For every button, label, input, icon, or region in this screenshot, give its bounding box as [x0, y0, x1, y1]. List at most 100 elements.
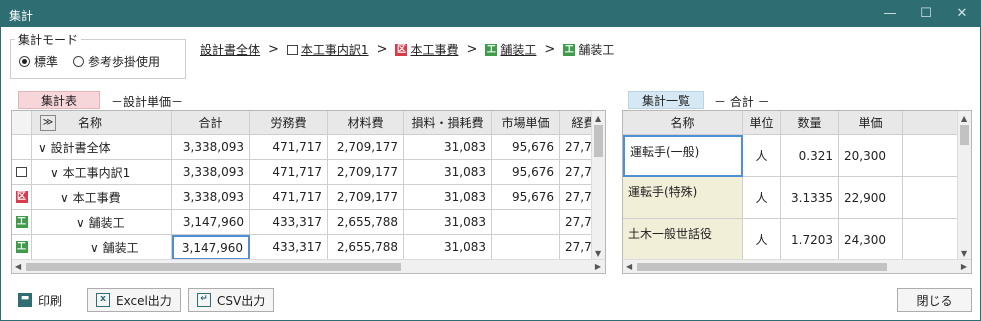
- scroll-thumb[interactable]: [960, 125, 969, 145]
- list-row-name[interactable]: 土木一般世話役: [623, 219, 743, 261]
- row-value-depreciation[interactable]: 31,083: [404, 160, 492, 185]
- radio-unselected-icon: [73, 56, 84, 67]
- list-row-quantity[interactable]: 3.1335: [781, 177, 839, 219]
- close-window-button[interactable]: ✕: [944, 1, 980, 27]
- header-material[interactable]: 材料費: [328, 111, 404, 135]
- list-row-quantity[interactable]: 0.321: [781, 135, 839, 177]
- header-unit-price[interactable]: 単価: [839, 111, 903, 135]
- list-row-name[interactable]: 運転手(特殊): [623, 177, 743, 219]
- print-button[interactable]: ▬ 印刷: [10, 288, 70, 312]
- aggregate-list[interactable]: 名称 単位 数量 単価 運転手(一般) 人 0.321 20,300 運転手(特殊) 人 3…: [622, 110, 972, 274]
- row-value-depreciation[interactable]: 31,083: [404, 185, 492, 210]
- breadcrumb-item-all[interactable]: 設計書全体: [200, 41, 260, 58]
- table-row[interactable]: 区 ∨ 本工事費 3,338,093 471,717 2,709,177 31,083 95…: [12, 185, 605, 210]
- csv-export-button[interactable]: ↵ CSV出力: [188, 288, 275, 312]
- aggregate-table-tab[interactable]: 集計表: [18, 91, 100, 109]
- scroll-thumb[interactable]: [26, 263, 401, 271]
- scroll-thumb[interactable]: [594, 125, 603, 157]
- list-row-unit[interactable]: 人: [743, 219, 781, 261]
- row-value-total[interactable]: 3,147,960: [172, 210, 250, 235]
- green-ko-icon: 工: [485, 43, 498, 56]
- red-ku-icon: 区: [395, 43, 408, 56]
- scroll-thumb[interactable]: [637, 263, 887, 271]
- breadcrumb-label: 設計書全体: [200, 43, 261, 57]
- row-value-material[interactable]: 2,709,177: [328, 160, 404, 185]
- row-value-market-price[interactable]: 95,676: [492, 160, 560, 185]
- scroll-up-icon[interactable]: ▲: [961, 114, 967, 123]
- list-row-price[interactable]: 24,300: [839, 219, 903, 261]
- row-name[interactable]: ∨ 本工事内訳1: [32, 160, 172, 185]
- scroll-left-icon[interactable]: ◀: [15, 262, 21, 271]
- collapse-all-icon[interactable]: ≫: [40, 114, 56, 131]
- green-ko-icon: 工: [15, 216, 28, 228]
- header-name[interactable]: ≫ 名称: [32, 111, 172, 135]
- row-value-labor[interactable]: 471,717: [250, 185, 328, 210]
- table-row[interactable]: 工 ∨ 舗装工 3,147,960 433,317 2,655,788 31,083 27,…: [12, 210, 605, 235]
- header-quantity[interactable]: 数量: [781, 111, 839, 135]
- breadcrumb-item-breakdown[interactable]: 本工事内訳1: [286, 41, 369, 58]
- list-row[interactable]: 運転手(一般) 人 0.321 20,300: [623, 135, 959, 177]
- header-name[interactable]: 名称: [623, 111, 743, 135]
- row-value-labor[interactable]: 471,717: [250, 135, 328, 160]
- row-value-material[interactable]: 2,655,788: [328, 235, 404, 260]
- table-row[interactable]: ∨ 設計書全体 3,338,093 471,717 2,709,177 31,083 95…: [12, 135, 605, 160]
- list-row-name[interactable]: 運転手(一般): [623, 135, 743, 177]
- excel-export-button[interactable]: x Excel出力: [87, 288, 181, 312]
- header-unit[interactable]: 単位: [743, 111, 781, 135]
- breadcrumb-separator: >: [268, 42, 279, 57]
- row-value-labor[interactable]: 471,717: [250, 160, 328, 185]
- list-row-price[interactable]: 20,300: [839, 135, 903, 177]
- scroll-right-icon[interactable]: ▶: [961, 262, 967, 271]
- list-row-quantity[interactable]: 1.7203: [781, 219, 839, 261]
- list-row-unit[interactable]: 人: [743, 177, 781, 219]
- row-value-material[interactable]: 2,709,177: [328, 135, 404, 160]
- table-vertical-scrollbar[interactable]: ▲ ▼: [591, 111, 605, 261]
- row-value-total[interactable]: 3,338,093: [172, 185, 250, 210]
- row-value-depreciation[interactable]: 31,083: [404, 210, 492, 235]
- header-depreciation[interactable]: 損料・損耗費: [404, 111, 492, 135]
- row-name[interactable]: ∨ 舗装工: [32, 235, 172, 260]
- row-value-total[interactable]: 3,147,960: [172, 235, 250, 260]
- scroll-left-icon[interactable]: ◀: [626, 262, 632, 271]
- list-row-price[interactable]: 22,900: [839, 177, 903, 219]
- row-value-market-price[interactable]: 95,676: [492, 185, 560, 210]
- row-value-total[interactable]: 3,338,093: [172, 135, 250, 160]
- row-value-market-price[interactable]: [492, 210, 560, 235]
- row-value-material[interactable]: 2,655,788: [328, 210, 404, 235]
- table-row[interactable]: ∨ 本工事内訳1 3,338,093 471,717 2,709,177 31,083 9…: [12, 160, 605, 185]
- header-total[interactable]: 合計: [172, 111, 250, 135]
- row-value-depreciation[interactable]: 31,083: [404, 235, 492, 260]
- mode-reference-radio[interactable]: 参考歩掛使用: [73, 53, 160, 70]
- maximize-button[interactable]: ☐: [908, 1, 944, 27]
- aggregate-table[interactable]: ≫ 名称 合計 労務費 材料費 損料・損耗費 市場単価 経費 ∨ 設計書全体 3,…: [11, 110, 606, 274]
- close-button[interactable]: 閉じる: [897, 288, 972, 312]
- aggregate-list-tab[interactable]: 集計一覧: [628, 91, 704, 109]
- row-name[interactable]: ∨ 設計書全体: [32, 135, 172, 160]
- table-row[interactable]: 工 ∨ 舗装工 3,147,960 433,317 2,655,788 31,083 27,…: [12, 235, 605, 260]
- row-value-labor[interactable]: 433,317: [250, 210, 328, 235]
- row-value-material[interactable]: 2,709,177: [328, 185, 404, 210]
- scroll-right-icon[interactable]: ▶: [595, 262, 601, 271]
- list-row[interactable]: 土木一般世話役人 1.7203 24,300: [623, 219, 959, 261]
- list-vertical-scrollbar[interactable]: ▲ ▼: [957, 111, 971, 261]
- row-value-market-price[interactable]: [492, 235, 560, 260]
- list-row-unit[interactable]: 人: [743, 135, 781, 177]
- header-labor[interactable]: 労務費: [250, 111, 328, 135]
- scroll-down-icon[interactable]: ▼: [595, 249, 601, 258]
- table-horizontal-scrollbar[interactable]: ◀ ▶: [12, 259, 605, 273]
- breadcrumb-item-paving[interactable]: 工 舗装工: [485, 41, 536, 58]
- row-value-total[interactable]: 3,338,093: [172, 160, 250, 185]
- row-name[interactable]: ∨ 本工事費: [32, 185, 172, 210]
- minimize-button[interactable]: —: [872, 1, 908, 27]
- row-value-market-price[interactable]: 95,676: [492, 135, 560, 160]
- mode-standard-radio[interactable]: 標準: [19, 53, 58, 70]
- header-market-price[interactable]: 市場単価: [492, 111, 560, 135]
- scroll-up-icon[interactable]: ▲: [595, 114, 601, 123]
- breadcrumb-item-main-cost[interactable]: 区 本工事費: [395, 41, 458, 58]
- scroll-down-icon[interactable]: ▼: [961, 249, 967, 258]
- row-name[interactable]: ∨ 舗装工: [32, 210, 172, 235]
- list-horizontal-scrollbar[interactable]: ◀ ▶: [623, 259, 971, 273]
- list-row[interactable]: 運転手(特殊) 人 3.1335 22,900: [623, 177, 959, 219]
- row-value-labor[interactable]: 433,317: [250, 235, 328, 260]
- row-value-depreciation[interactable]: 31,083: [404, 135, 492, 160]
